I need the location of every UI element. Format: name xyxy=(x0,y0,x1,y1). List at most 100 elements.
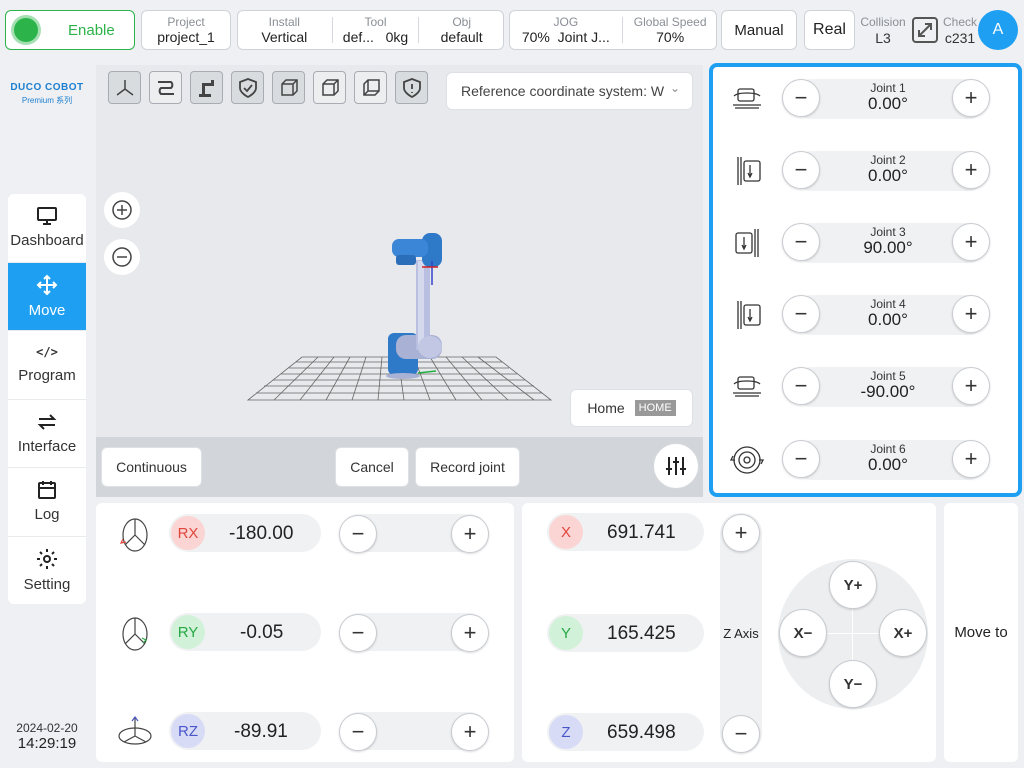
check-value: c231 xyxy=(944,30,976,46)
real-mode-button[interactable]: Real xyxy=(804,10,855,50)
sidebar-item-dashboard[interactable]: Dashboard xyxy=(8,194,86,263)
rz-decrement-button[interactable]: − xyxy=(339,713,377,751)
check-status[interactable]: Check c231 xyxy=(942,14,978,46)
x-plus-label: X+ xyxy=(893,624,913,642)
install-label: Install xyxy=(268,15,300,29)
joint-1-increment-button[interactable]: + xyxy=(952,79,990,117)
joint-pitch-icon xyxy=(737,157,761,185)
joint-1-decrement-button[interactable]: − xyxy=(782,79,820,117)
monitor-icon xyxy=(37,207,57,226)
path-icon[interactable] xyxy=(149,71,182,104)
pad-cross-v xyxy=(852,604,853,664)
sidebar-item-move[interactable]: Move xyxy=(8,262,86,331)
joint-3-increment-button[interactable]: + xyxy=(952,223,990,261)
user-avatar[interactable]: A xyxy=(978,10,1018,50)
joint-5-increment-button[interactable]: + xyxy=(952,367,990,405)
joint-rotate-icon xyxy=(733,376,761,397)
project-selector[interactable]: Project project_1 xyxy=(141,10,231,50)
joint-value: 0.00° xyxy=(868,455,908,474)
z-axis-tag: Z xyxy=(549,715,583,749)
rz-increment-button[interactable]: + xyxy=(451,713,489,751)
install-tool-obj-selector[interactable]: Install Vertical Tool def... 0kg Obj defaul… xyxy=(237,10,504,50)
shield-check-icon[interactable] xyxy=(231,71,264,104)
obj-value: default xyxy=(440,29,483,45)
ry-value: -0.05 xyxy=(240,622,284,643)
manual-mode-button[interactable]: Manual xyxy=(721,10,797,50)
fullscreen-icon[interactable] xyxy=(911,16,939,44)
enable-button[interactable]: Enable xyxy=(5,10,135,50)
ry-decrement-button[interactable]: − xyxy=(339,614,377,652)
shield-alert-icon[interactable] xyxy=(395,71,428,104)
sidebar-item-log[interactable]: Log xyxy=(8,468,86,537)
speed-selector[interactable]: JOG 70% Joint J... Global Speed 70% xyxy=(509,10,717,50)
joint-row-6: − Joint 6 0.00° + xyxy=(728,438,998,484)
divider xyxy=(331,17,333,43)
date-text: 2024-02-20 xyxy=(16,721,78,735)
joint-pitch-icon xyxy=(737,301,761,329)
divider xyxy=(418,17,420,43)
sliders-icon xyxy=(666,457,686,475)
axis-view-icon[interactable] xyxy=(108,71,141,104)
joint-2-increment-button[interactable]: + xyxy=(952,151,990,189)
sidebar-item-label: Interface xyxy=(17,437,77,455)
sidebar-item-label: Dashboard xyxy=(10,232,84,250)
sidebar-item-setting[interactable]: Setting xyxy=(8,537,86,605)
move-to-label: Move to xyxy=(954,624,1008,641)
joint-6-decrement-button[interactable]: − xyxy=(782,440,820,478)
joint-5-decrement-button[interactable]: − xyxy=(782,367,820,405)
joint-2-decrement-button[interactable]: − xyxy=(782,151,820,189)
x-axis-tag: X xyxy=(549,515,583,549)
joint-4-increment-button[interactable]: + xyxy=(952,295,990,333)
avatar-letter: A xyxy=(992,21,1004,38)
rx-orientation-icon xyxy=(119,518,148,552)
cube-front-icon[interactable] xyxy=(272,71,305,104)
x-value: 691.741 xyxy=(607,522,676,543)
rx-decrement-button[interactable]: − xyxy=(339,515,377,553)
x-minus-button[interactable]: X− xyxy=(779,609,827,657)
cancel-label: Cancel xyxy=(350,459,394,475)
ry-increment-button[interactable]: + xyxy=(451,614,489,652)
adjust-settings-button[interactable] xyxy=(653,443,699,489)
y-minus-button[interactable]: Y− xyxy=(829,660,877,708)
joint-name: Joint 2 xyxy=(870,153,906,167)
sidebar-item-label: Setting xyxy=(23,576,71,594)
z-axis-up-button[interactable]: + xyxy=(722,514,760,552)
sidebar-item-program[interactable]: </> Program xyxy=(8,331,86,400)
joint-name: Joint 3 xyxy=(870,225,906,239)
zoom-out-button[interactable] xyxy=(104,239,140,275)
robot-3d-model[interactable] xyxy=(246,225,552,405)
record-joint-button[interactable]: Record joint xyxy=(415,447,520,487)
cube-top-icon[interactable] xyxy=(354,71,387,104)
chevron-down-icon: ⌄ xyxy=(669,81,680,95)
swap-arrows-icon xyxy=(37,414,57,430)
reference-coordinate-select[interactable]: Reference coordinate system: W ⌄ xyxy=(446,72,693,110)
z-axis-down-button[interactable]: − xyxy=(722,715,760,753)
z-axis-label: Z Axis xyxy=(723,626,759,641)
cancel-button[interactable]: Cancel xyxy=(335,447,409,487)
joint-6-increment-button[interactable]: + xyxy=(952,440,990,478)
joint-row-5: − Joint 5 -90.00° + xyxy=(728,365,998,411)
joint-3-decrement-button[interactable]: − xyxy=(782,223,820,261)
joint-flange-icon xyxy=(730,446,764,474)
move-to-button[interactable]: Move to xyxy=(944,503,1018,762)
joint-4-decrement-button[interactable]: − xyxy=(782,295,820,333)
y-plus-button[interactable]: Y+ xyxy=(829,561,877,609)
zoom-in-button[interactable] xyxy=(104,192,140,228)
rx-increment-button[interactable]: + xyxy=(451,515,489,553)
home-label: Home xyxy=(587,400,625,416)
zoom-out-icon xyxy=(112,247,132,267)
x-plus-button[interactable]: X+ xyxy=(879,609,927,657)
home-button[interactable]: Home HOME xyxy=(570,389,693,427)
sidebar-item-label: Program xyxy=(18,367,76,385)
robot-arm-icon[interactable] xyxy=(190,71,223,104)
joint-rotate-icon xyxy=(733,88,761,109)
sidebar-item-interface[interactable]: Interface xyxy=(8,400,86,468)
rx-axis-tag: RX xyxy=(171,516,205,550)
continuous-button[interactable]: Continuous xyxy=(101,447,202,487)
joint-name: Joint 4 xyxy=(870,297,906,311)
record-joint-label: Record joint xyxy=(430,459,505,475)
collision-status[interactable]: Collision L3 xyxy=(858,14,908,46)
cube-side-icon[interactable] xyxy=(313,71,346,104)
time-text: 14:29:19 xyxy=(17,735,77,752)
y-plus-label: Y+ xyxy=(843,576,863,594)
